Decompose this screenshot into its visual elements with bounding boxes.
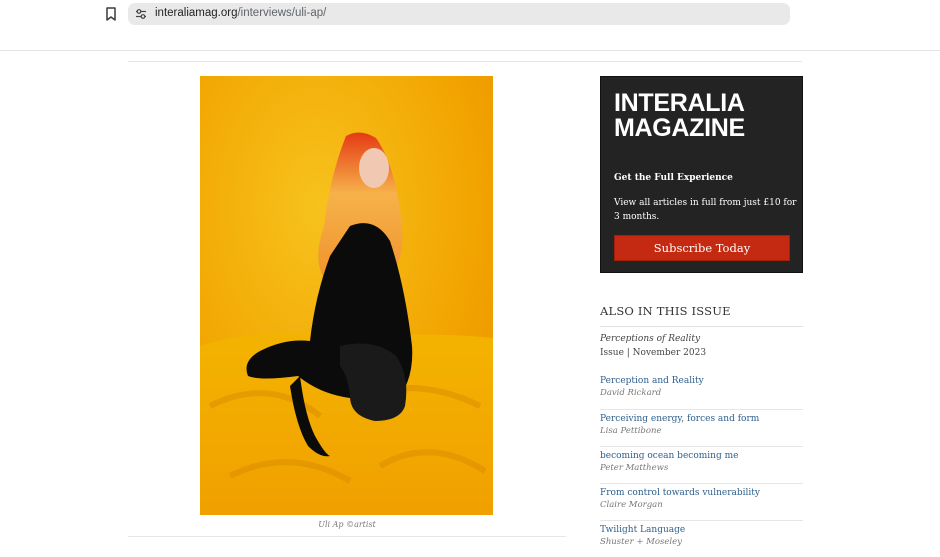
url-text[interactable]: interaliamag.org/interviews/uli-ap/ bbox=[155, 7, 326, 19]
article-link[interactable]: Perception and Reality bbox=[600, 375, 803, 387]
caption-divider bbox=[128, 536, 566, 537]
logo-line-2: MAGAZINE bbox=[614, 114, 745, 142]
article-author: Peter Matthews bbox=[600, 463, 669, 473]
header-divider bbox=[128, 61, 802, 62]
article-list: Perception and Reality David Rickard Per… bbox=[600, 372, 803, 557]
photo-caption: Uli Ap ©artist bbox=[318, 520, 376, 529]
article-link[interactable]: Perceiving energy, forces and form bbox=[600, 413, 803, 425]
article-author: Shuster + Moseley bbox=[600, 537, 682, 547]
subscribe-button[interactable]: Subscribe Today bbox=[614, 235, 790, 261]
subscription-promo: INTERALIA MAGAZINE Get the Full Experien… bbox=[600, 76, 803, 273]
article-link[interactable]: Twilight Language bbox=[600, 524, 803, 536]
article-author: David Rickard bbox=[600, 388, 662, 398]
promo-heading: Get the Full Experience bbox=[614, 173, 733, 183]
list-item: Perceiving energy, forces and form Lisa … bbox=[600, 409, 803, 446]
issue-date: Issue | November 2023 bbox=[600, 348, 707, 358]
magazine-logo[interactable]: INTERALIA MAGAZINE bbox=[614, 91, 794, 141]
bookmark-icon[interactable] bbox=[105, 7, 117, 21]
browser-toolbar: interaliamag.org/interviews/uli-ap/ bbox=[0, 0, 940, 51]
artist-photo bbox=[200, 76, 493, 515]
issue-title-link[interactable]: Perceptions of Reality bbox=[600, 334, 700, 344]
also-in-issue-heading: ALSO IN THIS ISSUE bbox=[600, 304, 731, 318]
also-divider bbox=[600, 326, 803, 327]
site-settings-icon[interactable] bbox=[135, 8, 147, 20]
url-path: /interviews/uli-ap/ bbox=[237, 7, 327, 19]
address-bar[interactable]: interaliamag.org/interviews/uli-ap/ bbox=[128, 3, 790, 25]
article-link[interactable]: From control towards vulnerability bbox=[600, 487, 803, 499]
list-item: From control towards vulnerability Clair… bbox=[600, 483, 803, 520]
url-host: interaliamag.org bbox=[155, 7, 238, 19]
list-item: becoming ocean becoming me Peter Matthew… bbox=[600, 446, 803, 483]
promo-text: View all articles in full from just £10 … bbox=[614, 198, 797, 222]
list-item: Twilight Language Shuster + Moseley bbox=[600, 520, 803, 557]
logo-line-1: INTERALIA bbox=[614, 89, 745, 117]
article-author: Claire Morgan bbox=[600, 500, 663, 510]
article-author: Lisa Pettibone bbox=[600, 426, 662, 436]
list-item: Perception and Reality David Rickard bbox=[600, 372, 803, 409]
article-link[interactable]: becoming ocean becoming me bbox=[600, 450, 803, 462]
